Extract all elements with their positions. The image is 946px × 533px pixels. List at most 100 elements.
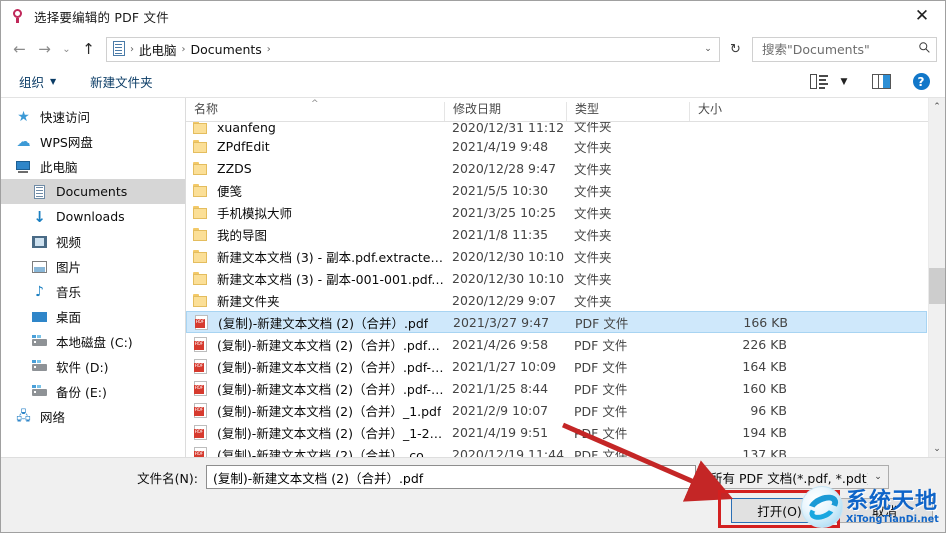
- table-row[interactable]: 手机模拟大师 2021/3/25 10:25 文件夹: [186, 201, 927, 223]
- view-dropdown-icon[interactable]: ▼: [836, 77, 852, 87]
- up-button[interactable]: ↑: [76, 37, 101, 62]
- sidebar-item-6[interactable]: 图片: [1, 254, 185, 279]
- sidebar-item-label: 本地磁盘 (C:): [56, 335, 133, 350]
- sidebar-item-11[interactable]: 备份 (E:): [1, 379, 185, 404]
- cell-size: 226 KB: [742, 336, 787, 352]
- drive-icon: [31, 334, 48, 350]
- scroll-down-button[interactable]: ⌄: [929, 440, 945, 457]
- scrollbar-thumb[interactable]: [929, 268, 945, 304]
- forward-button[interactable]: →: [32, 37, 57, 62]
- file-name: ZZDS: [217, 160, 252, 176]
- address-dropdown-icon[interactable]: ⌄: [699, 44, 717, 54]
- dialog-footer: 文件名(N): ⌄ 所有 PDF 文档(*.pdf, *.pdt) ⌄ 打开(O…: [1, 457, 945, 532]
- table-row[interactable]: ZZDS 2020/12/28 9:47 文件夹: [186, 157, 927, 179]
- folder-icon: [192, 205, 210, 220]
- cell-type: 文件夹: [574, 139, 612, 155]
- file-name: (复制)-新建文本文档 (2)（合并）.pdf_2...: [217, 337, 444, 353]
- cell-date: 2020/12/30 10:10: [452, 270, 565, 286]
- preview-pane-button[interactable]: [866, 70, 896, 94]
- file-name: (复制)-新建文本文档 (2)（合并）_comp...: [217, 447, 444, 458]
- cell-type: PDF 文件: [574, 381, 628, 397]
- filename-field-wrap[interactable]: ⌄: [206, 465, 696, 489]
- table-row[interactable]: ZPdfEdit 2021/4/19 9:48 文件夹: [186, 135, 927, 157]
- command-bar-right: ▼ ?: [804, 70, 936, 94]
- table-row[interactable]: xuanfeng 2020/12/31 11:12 文件夹: [186, 122, 927, 135]
- breadcrumb-this-pc[interactable]: 此电脑: [135, 40, 181, 59]
- sidebar-item-5[interactable]: 视频: [1, 229, 185, 254]
- cell-type: 文件夹: [574, 271, 612, 287]
- table-row[interactable]: 便笺 2021/5/5 10:30 文件夹: [186, 179, 927, 201]
- address-bar[interactable]: › 此电脑 › Documents › ⌄: [106, 36, 720, 62]
- table-row[interactable]: 新建文件夹 2020/12/29 9:07 文件夹: [186, 289, 927, 311]
- new-folder-button[interactable]: 新建文件夹: [84, 69, 159, 94]
- sidebar-item-10[interactable]: 软件 (D:): [1, 354, 185, 379]
- vertical-scrollbar[interactable]: ⌃ ⌄: [928, 98, 945, 457]
- pdf-app-icon: [10, 8, 26, 24]
- cell-date: 2021/2/9 10:07: [452, 402, 549, 418]
- cell-name: 手机模拟大师: [186, 203, 444, 222]
- dialog-body: ★ 快速访问 ☁ WPS网盘 此电脑 Documents ↓ Downloads 视频 图片 ♪ 音乐…: [1, 98, 945, 457]
- table-row[interactable]: PDF (复制)-新建文本文档 (2)（合并）.pdf-2... 2021/1/27…: [186, 355, 927, 377]
- help-button[interactable]: ?: [906, 70, 936, 94]
- sidebar-item-1[interactable]: ☁ WPS网盘: [1, 129, 185, 154]
- column-header-type[interactable]: 类型: [566, 102, 689, 121]
- table-row[interactable]: PDF (复制)-新建文本文档 (2)（合并）.pdf_2... 2021/4/26…: [186, 333, 927, 355]
- filename-input[interactable]: [207, 469, 675, 485]
- pdf-icon: PDF: [192, 446, 210, 457]
- cloud-icon: ☁: [16, 133, 31, 150]
- desktop-icon: [31, 309, 48, 325]
- back-button[interactable]: ←: [7, 37, 32, 62]
- search-input[interactable]: [760, 40, 917, 58]
- scroll-up-button[interactable]: ⌃: [929, 98, 945, 115]
- sidebar-item-9[interactable]: 本地磁盘 (C:): [1, 329, 185, 354]
- table-row[interactable]: PDF (复制)-新建文本文档 (2)（合并）_1.pdf 2021/2/9 10:…: [186, 399, 927, 421]
- chevron-down-icon[interactable]: ⌄: [868, 472, 888, 482]
- close-icon[interactable]: ✕: [899, 1, 945, 32]
- file-type-filter[interactable]: 所有 PDF 文档(*.pdf, *.pdt) ⌄: [702, 465, 889, 489]
- cell-type: PDF 文件: [575, 315, 629, 331]
- cell-date: 2021/4/19 9:48: [452, 138, 549, 154]
- file-name: ZPdfEdit: [217, 138, 270, 154]
- table-row[interactable]: 新建文本文档 (3) - 副本-001-001.pdf.e... 2020/12/…: [186, 267, 927, 289]
- table-row[interactable]: PDF (复制)-新建文本文档 (2)（合并）_comp... 2020/12/19…: [186, 443, 927, 457]
- recent-locations-button[interactable]: ⌄: [57, 37, 76, 62]
- file-type-filter-value: 所有 PDF 文档(*.pdf, *.pdt): [710, 470, 868, 486]
- sidebar-item-3[interactable]: Documents: [1, 179, 185, 204]
- column-header-date[interactable]: 修改日期: [444, 102, 566, 121]
- refresh-icon[interactable]: ↻: [724, 37, 747, 62]
- open-button[interactable]: 打开(O): [731, 498, 828, 523]
- cancel-button[interactable]: 取消: [836, 498, 933, 523]
- file-open-dialog: 选择要编辑的 PDF 文件 ✕ ← → ⌄ ↑ › 此电脑 › Document…: [0, 0, 946, 533]
- table-row[interactable]: PDF (复制)-新建文本文档 (2)（合并）_1-2.pdf 2021/4/19 …: [186, 421, 927, 443]
- cell-date: 2020/12/29 9:07: [452, 292, 557, 308]
- sidebar-item-4[interactable]: ↓ Downloads: [1, 204, 185, 229]
- table-row[interactable]: PDF (复制)-新建文本文档 (2)（合并）.pdf-2... 2021/1/25…: [186, 377, 927, 399]
- cell-size: 194 KB: [742, 424, 787, 440]
- sidebar-item-12[interactable]: 🖧 网络: [1, 404, 185, 429]
- pdf-icon: PDF: [192, 336, 210, 352]
- cell-type: 文件夹: [574, 161, 612, 177]
- cell-date: 2021/4/19 9:51: [452, 424, 549, 440]
- sidebar-item-7[interactable]: ♪ 音乐: [1, 279, 185, 304]
- sidebar-item-8[interactable]: 桌面: [1, 304, 185, 329]
- view-options-button[interactable]: [804, 70, 834, 94]
- cell-name: PDF (复制)-新建文本文档 (2)（合并）_1.pdf: [186, 401, 444, 420]
- filename-dropdown-icon[interactable]: ⌄: [675, 472, 695, 482]
- table-row[interactable]: 我的导图 2021/1/8 11:35 文件夹: [186, 223, 927, 245]
- sidebar-item-0[interactable]: ★ 快速访问: [1, 104, 185, 129]
- organize-label: 组织: [19, 75, 45, 90]
- organize-button[interactable]: 组织 ▼: [13, 69, 62, 94]
- sidebar-item-2[interactable]: 此电脑: [1, 154, 185, 179]
- cell-name: ZZDS: [186, 161, 444, 176]
- breadcrumb-documents[interactable]: Documents: [187, 42, 266, 57]
- navigation-sidebar: ★ 快速访问 ☁ WPS网盘 此电脑 Documents ↓ Downloads 视频 图片 ♪ 音乐…: [1, 98, 186, 457]
- search-box[interactable]: [752, 36, 937, 62]
- table-row[interactable]: 新建文本文档 (3) - 副本.pdf.extracted_i... 2020/1…: [186, 245, 927, 267]
- file-name: 新建文件夹: [217, 293, 280, 309]
- cell-type: PDF 文件: [574, 337, 628, 353]
- dialog-title: 选择要编辑的 PDF 文件: [34, 9, 169, 25]
- cell-date: 2021/3/27 9:47: [453, 314, 550, 330]
- column-header-size[interactable]: 大小: [689, 102, 799, 121]
- cell-name: 新建文件夹: [186, 291, 444, 310]
- table-row[interactable]: PDF (复制)-新建文本文档 (2)（合并）.pdf 2021/3/27 9:47…: [186, 311, 927, 333]
